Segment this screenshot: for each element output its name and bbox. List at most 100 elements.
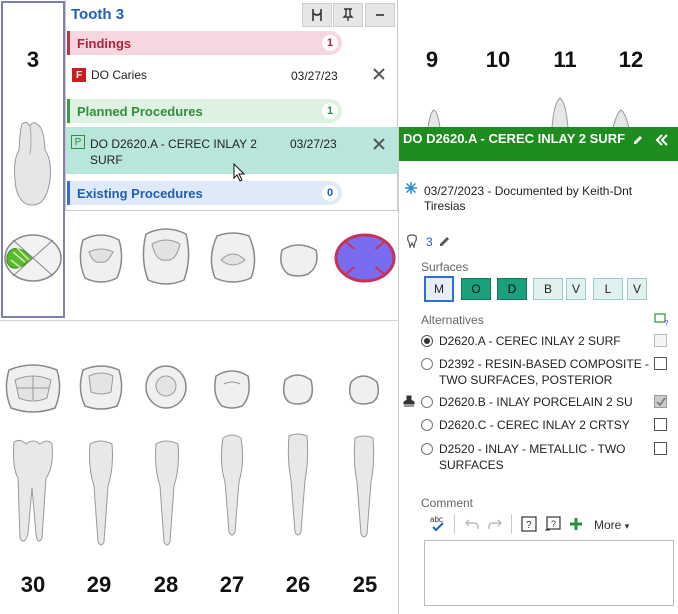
tooth-27-occlusal-image[interactable] [212,366,252,410]
tooth-26-occlusal-image[interactable] [281,370,315,406]
tooth-3-occlusal-image[interactable] [3,232,63,284]
cost-help-icon[interactable]: ? [654,313,670,327]
tooth-29-side-image[interactable] [86,438,116,548]
procedure-title: DO D2620.A - CEREC INLAY 2 SURF [403,131,626,146]
planned-item-row[interactable]: P DO D2620.A - CEREC INLAY 2 SURF 03/27/… [66,127,398,174]
tooth-number-10[interactable]: 10 [478,47,518,73]
minimize-icon [376,14,384,16]
tooth-number-29[interactable]: 29 [79,572,119,598]
tooth-number-9[interactable]: 9 [412,47,452,73]
tooth-number-11[interactable]: 11 [545,47,585,73]
tooth-9-tip-image [427,109,441,128]
tooth-30-occlusal-image[interactable] [3,360,63,414]
add-icon[interactable] [570,518,582,530]
tooth-3-side-image[interactable] [12,120,54,206]
surface-d-button[interactable]: D [497,278,527,300]
existing-section-header[interactable]: Existing Procedures 0 [67,181,342,205]
tooth-29-occlusal-image[interactable] [77,362,125,412]
alternative-radio-5[interactable] [421,443,433,455]
surface-m-button[interactable]: M [424,276,454,302]
finding-date: 03/27/23 [291,69,338,83]
toolbar-divider [511,514,512,534]
tooth-number-25[interactable]: 25 [345,572,385,598]
spellcheck-icon[interactable]: abc [429,514,447,532]
alternative-2-checkbox[interactable] [654,357,667,370]
tooth-8-occlusal-image[interactable] [334,232,396,284]
alternative-3-checkbox [654,395,667,408]
alternative-radio-3[interactable] [421,396,433,408]
alternative-1-checkbox [654,334,667,347]
edit-tooth-icon[interactable] [439,235,451,247]
tooth-28-side-image[interactable] [152,438,182,548]
tooth-filter-button[interactable] [302,3,332,27]
remove-planned-button[interactable] [373,137,385,155]
alternative-5-checkbox[interactable] [654,442,667,455]
popup-title: Tooth 3 [71,6,125,23]
pin-icon [342,8,354,21]
findings-section-header[interactable]: Findings 1 [67,31,342,55]
stamp-icon [403,395,415,407]
more-menu-button[interactable]: More ▾ [594,518,629,532]
tooth-25-occlusal-image[interactable] [347,370,381,406]
findings-label: Findings [77,35,132,51]
surface-v-button[interactable]: V [566,278,586,300]
comment-textarea[interactable] [424,540,674,606]
svg-text:?: ? [526,520,532,531]
planned-badge: P [71,135,85,149]
tooth-12-tip-image [612,109,630,128]
alternatives-label: Alternatives [421,313,484,327]
checkmark-icon [656,397,666,407]
remove-finding-button[interactable] [373,67,385,84]
undo-icon[interactable] [465,518,479,530]
surface-l-button[interactable]: L [593,278,623,300]
alternative-radio-2[interactable] [421,358,433,370]
finding-badge: F [72,68,86,82]
tooth-number-30[interactable]: 30 [13,572,53,598]
edit-icon[interactable] [632,134,644,146]
tooth-number-26[interactable]: 26 [278,572,318,598]
tooth-number-28[interactable]: 28 [146,572,186,598]
tooth-25-side-image[interactable] [351,434,377,540]
close-icon [373,138,385,150]
close-icon [373,68,385,80]
planned-section-header[interactable]: Planned Procedures 1 [67,99,342,123]
surface-o-button[interactable]: O [461,278,491,300]
tooth-filter-icon [312,9,322,21]
alternative-4-checkbox[interactable] [654,418,667,431]
tooth-6-occlusal-image[interactable] [207,230,259,286]
alternative-radio-1[interactable] [421,335,433,347]
collapse-panel-icon[interactable] [655,134,669,146]
tooth-4-occlusal-image[interactable] [77,230,125,286]
redo-icon[interactable] [488,518,502,530]
findings-count: 1 [322,35,338,51]
documented-text: 03/27/2023 - Documented by Keith-Dnt Tir… [424,184,633,213]
help-box-icon[interactable]: ? [521,516,537,532]
surfaces-label: Surfaces [421,260,469,274]
existing-count: 0 [322,185,338,201]
tooth-number-27[interactable]: 27 [212,572,252,598]
tooth-28-occlusal-image[interactable] [144,364,188,410]
tooth-26-side-image[interactable] [285,432,311,538]
svg-text:?: ? [551,519,556,529]
minimize-button[interactable] [365,3,395,27]
tooth-7-occlusal-image[interactable] [278,238,320,278]
tooth-11-tip-image [551,97,569,128]
alternative-1-text: D2620.A - CEREC INLAY 2 SURF [439,334,621,348]
tooth-number-12[interactable]: 12 [611,47,651,73]
insert-help-icon[interactable]: ? [544,516,562,532]
more-label: More [594,518,622,532]
alternative-3-text: D2620.B - INLAY PORCELAIN 2 SU [439,395,633,409]
tooth-5-occlusal-image[interactable] [140,224,192,288]
finding-item[interactable]: F DO Caries 03/27/23 [67,66,397,88]
tooth-27-side-image[interactable] [217,432,247,538]
tooth-popup: Tooth 3 Findings 1 F DO Caries 03/27/23 … [65,0,398,211]
surface-v2-button[interactable]: V [627,278,647,300]
alternative-radio-4[interactable] [421,419,433,431]
comment-label: Comment [421,496,474,510]
surface-b-button[interactable]: B [533,278,563,300]
svg-text:?: ? [664,319,669,327]
tooth-reference-link[interactable]: 3 [426,235,433,249]
planned-date: 03/27/23 [290,137,337,151]
pin-button[interactable] [333,3,363,27]
tooth-30-side-image[interactable] [10,438,56,548]
